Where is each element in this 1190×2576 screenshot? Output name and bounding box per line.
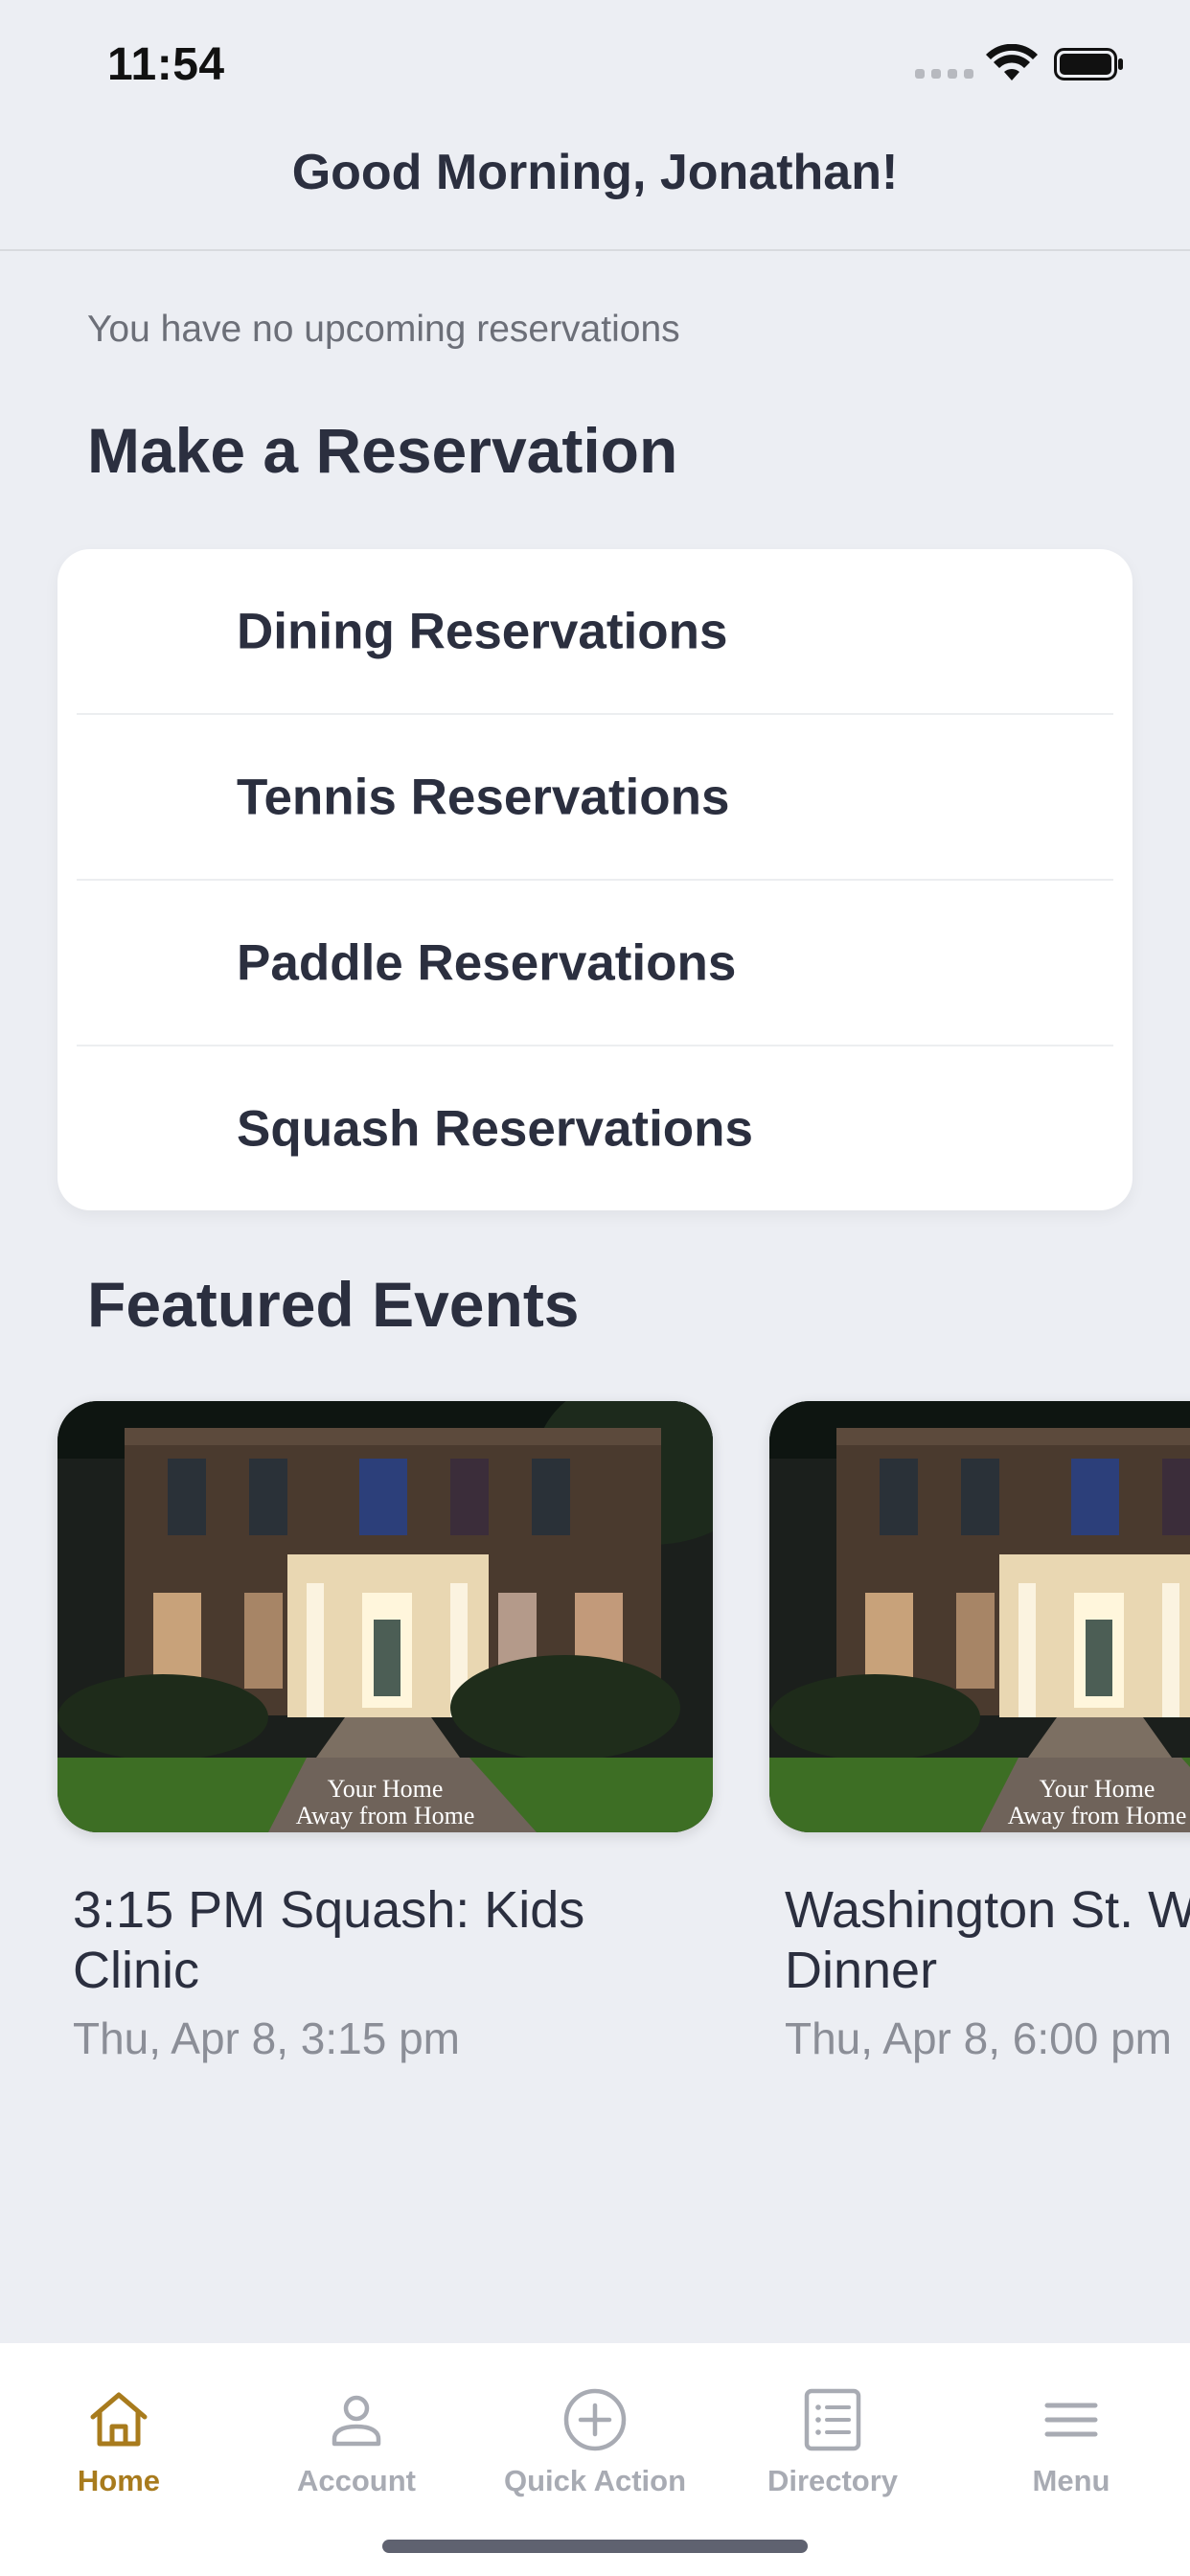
- event-title: Washington St. W Dinner: [769, 1880, 1190, 2001]
- tab-account[interactable]: Account: [238, 2343, 475, 2506]
- cellular-signal-icon: [915, 69, 973, 79]
- tab-menu[interactable]: Menu: [952, 2343, 1190, 2506]
- event-title-line: Dinner: [785, 1942, 938, 1999]
- wifi-icon: [986, 44, 1038, 80]
- event-date: Thu, Apr 8, 6:00 pm: [785, 2013, 1173, 2063]
- tennis-reservations-item[interactable]: Tennis Reservations: [77, 715, 1113, 881]
- home-icon: [90, 2392, 148, 2447]
- event-card[interactable]: Your Home Away from Home Washington St. …: [769, 1401, 1190, 2064]
- reservation-item-label: Squash Reservations: [237, 1100, 754, 1157]
- dining-reservations-item[interactable]: Dining Reservations: [77, 549, 1113, 715]
- reservation-item-label: Tennis Reservations: [237, 769, 730, 825]
- event-date: Thu, Apr 8, 3:15 pm: [73, 2013, 461, 2063]
- event-image-caption: Your Home: [1040, 1775, 1156, 1803]
- tab-directory[interactable]: Directory: [714, 2343, 951, 2506]
- event-image: Your Home Away from Home: [57, 1401, 713, 1832]
- status-time: 11:54: [107, 39, 225, 90]
- no-reservations-message: You have no upcoming reservations: [87, 309, 680, 350]
- battery-icon: [1054, 48, 1123, 80]
- plus-circle-icon: [563, 2388, 627, 2451]
- event-card[interactable]: Your Home Away from Home 3:15 PM Squash:…: [57, 1401, 713, 2064]
- home-indicator: [382, 2540, 808, 2553]
- tab-label: Directory: [767, 2464, 899, 2497]
- make-reservation-title: Make a Reservation: [87, 415, 678, 486]
- event-image-caption: Away from Home: [1008, 1802, 1187, 1829]
- featured-events-title: Featured Events: [87, 1269, 580, 1340]
- reservation-options-card: Dining Reservations Tennis Reservations …: [57, 549, 1133, 1210]
- status-bar: 11:54: [0, 0, 1190, 134]
- event-image: Your Home Away from Home: [769, 1401, 1190, 1832]
- event-title-line: 3:15 PM Squash: Kids: [73, 1881, 585, 1939]
- tab-label: Account: [297, 2464, 416, 2497]
- event-image-caption: Away from Home: [296, 1802, 475, 1829]
- event-title: 3:15 PM Squash: Kids Clinic: [57, 1880, 713, 2001]
- tab-label: Home: [77, 2464, 161, 2497]
- event-title-line: Clinic: [73, 1942, 200, 1999]
- tab-quick-action[interactable]: Quick Action: [476, 2343, 714, 2506]
- tab-label: Quick Action: [503, 2464, 687, 2497]
- hamburger-menu-icon: [1044, 2403, 1098, 2437]
- reservation-item-label: Dining Reservations: [237, 603, 728, 659]
- greeting-title: Good Morning, Jonathan!: [291, 145, 899, 200]
- person-icon: [332, 2395, 381, 2447]
- app-header: Good Morning, Jonathan!: [0, 134, 1190, 251]
- squash-reservations-item[interactable]: Squash Reservations: [77, 1046, 1113, 1210]
- home-screen: 11:54 Good Morning, Jonathan! You have n…: [0, 0, 1190, 2576]
- tab-label: Menu: [1032, 2464, 1110, 2497]
- reservation-item-label: Paddle Reservations: [237, 934, 737, 991]
- tab-home[interactable]: Home: [0, 2343, 238, 2506]
- event-title-line: Washington St. W: [785, 1881, 1190, 1939]
- list-document-icon: [804, 2388, 861, 2451]
- paddle-reservations-item[interactable]: Paddle Reservations: [77, 881, 1113, 1046]
- event-image-caption: Your Home: [328, 1775, 444, 1803]
